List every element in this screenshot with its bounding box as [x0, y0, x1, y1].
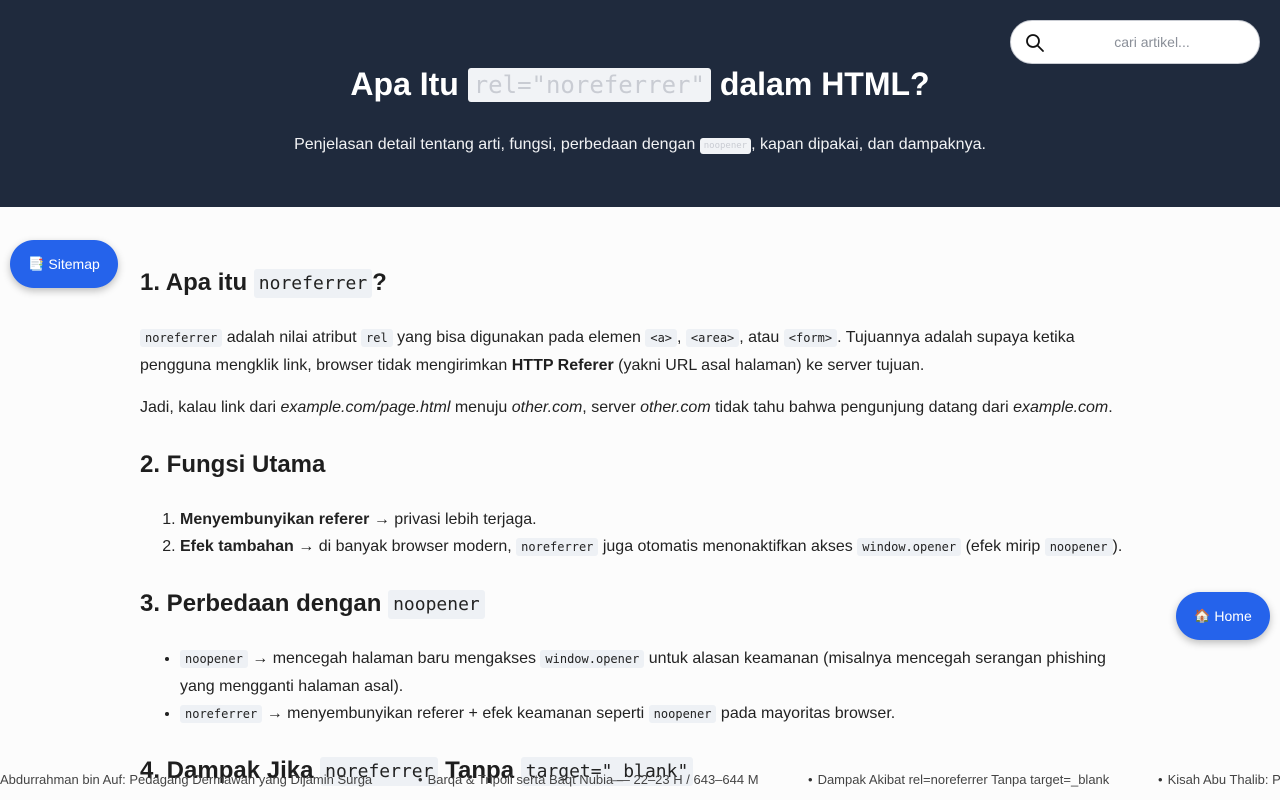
list-item: noopener → mencegah halaman baru mengaks…	[180, 645, 1140, 700]
bookmark-tabs-icon: 📑	[28, 256, 45, 272]
list-item: Menyembunyikan referer → privasi lebih t…	[180, 506, 1140, 533]
subtitle-code: noopener	[699, 138, 752, 154]
ticker-link[interactable]: Abdurrahman bin Auf: Pedagang Dermawan y…	[0, 772, 372, 787]
house-icon: 🏠	[1194, 608, 1211, 624]
sitemap-label: Sitemap	[48, 256, 100, 272]
section-heading-1: 1. Apa itu noreferrer?	[140, 269, 387, 298]
list-item: Efek tambahan → di banyak browser modern…	[180, 533, 1140, 561]
home-label: Home	[1214, 608, 1252, 624]
sitemap-button[interactable]: 📑 Sitemap	[10, 240, 118, 288]
ticker-link[interactable]: •Kisah Abu Thalib: Paman Nabi	[1158, 772, 1280, 787]
page-title: Apa Itu rel="noreferrer" dalam HTML?	[350, 66, 930, 102]
ticker-link[interactable]: • Dampak Akibat rel=noreferrer Tanpa targ…	[808, 772, 1109, 787]
functions-list: Menyembunyikan referer → privasi lebih t…	[180, 506, 1140, 561]
section-heading-3: 3. Perbedaan dengan noopener	[140, 589, 485, 620]
search-box[interactable]	[1010, 20, 1260, 64]
home-button[interactable]: 🏠 Home	[1176, 592, 1270, 640]
differences-list: noopener → mencegah halaman baru mengaks…	[180, 645, 1140, 728]
page-subtitle: Penjelasan detail tentang arti, fungsi, …	[294, 136, 986, 154]
section-heading-2: 2. Fungsi Utama	[140, 451, 326, 478]
ticker-link[interactable]: • Barqa & Tripoli serta Baqt Nubia — 22–2…	[418, 772, 759, 787]
search-icon	[1026, 34, 1044, 52]
list-item: noreferrer → menyembunyikan referer + ef…	[180, 700, 1140, 728]
news-ticker: Abdurrahman bin Auf: Pedagang Dermawan y…	[0, 768, 1280, 792]
article-content: 1. Apa itu noreferrer? noreferrer adalah…	[140, 207, 1140, 800]
title-code: rel="noreferrer"	[467, 68, 711, 102]
section-1-paragraph-1: noreferrer adalah nilai atribut rel yang…	[140, 329, 1075, 374]
search-input[interactable]	[1059, 29, 1245, 55]
section-1-paragraph-2: Jadi, kalau link dari example.com/page.h…	[140, 399, 1113, 416]
